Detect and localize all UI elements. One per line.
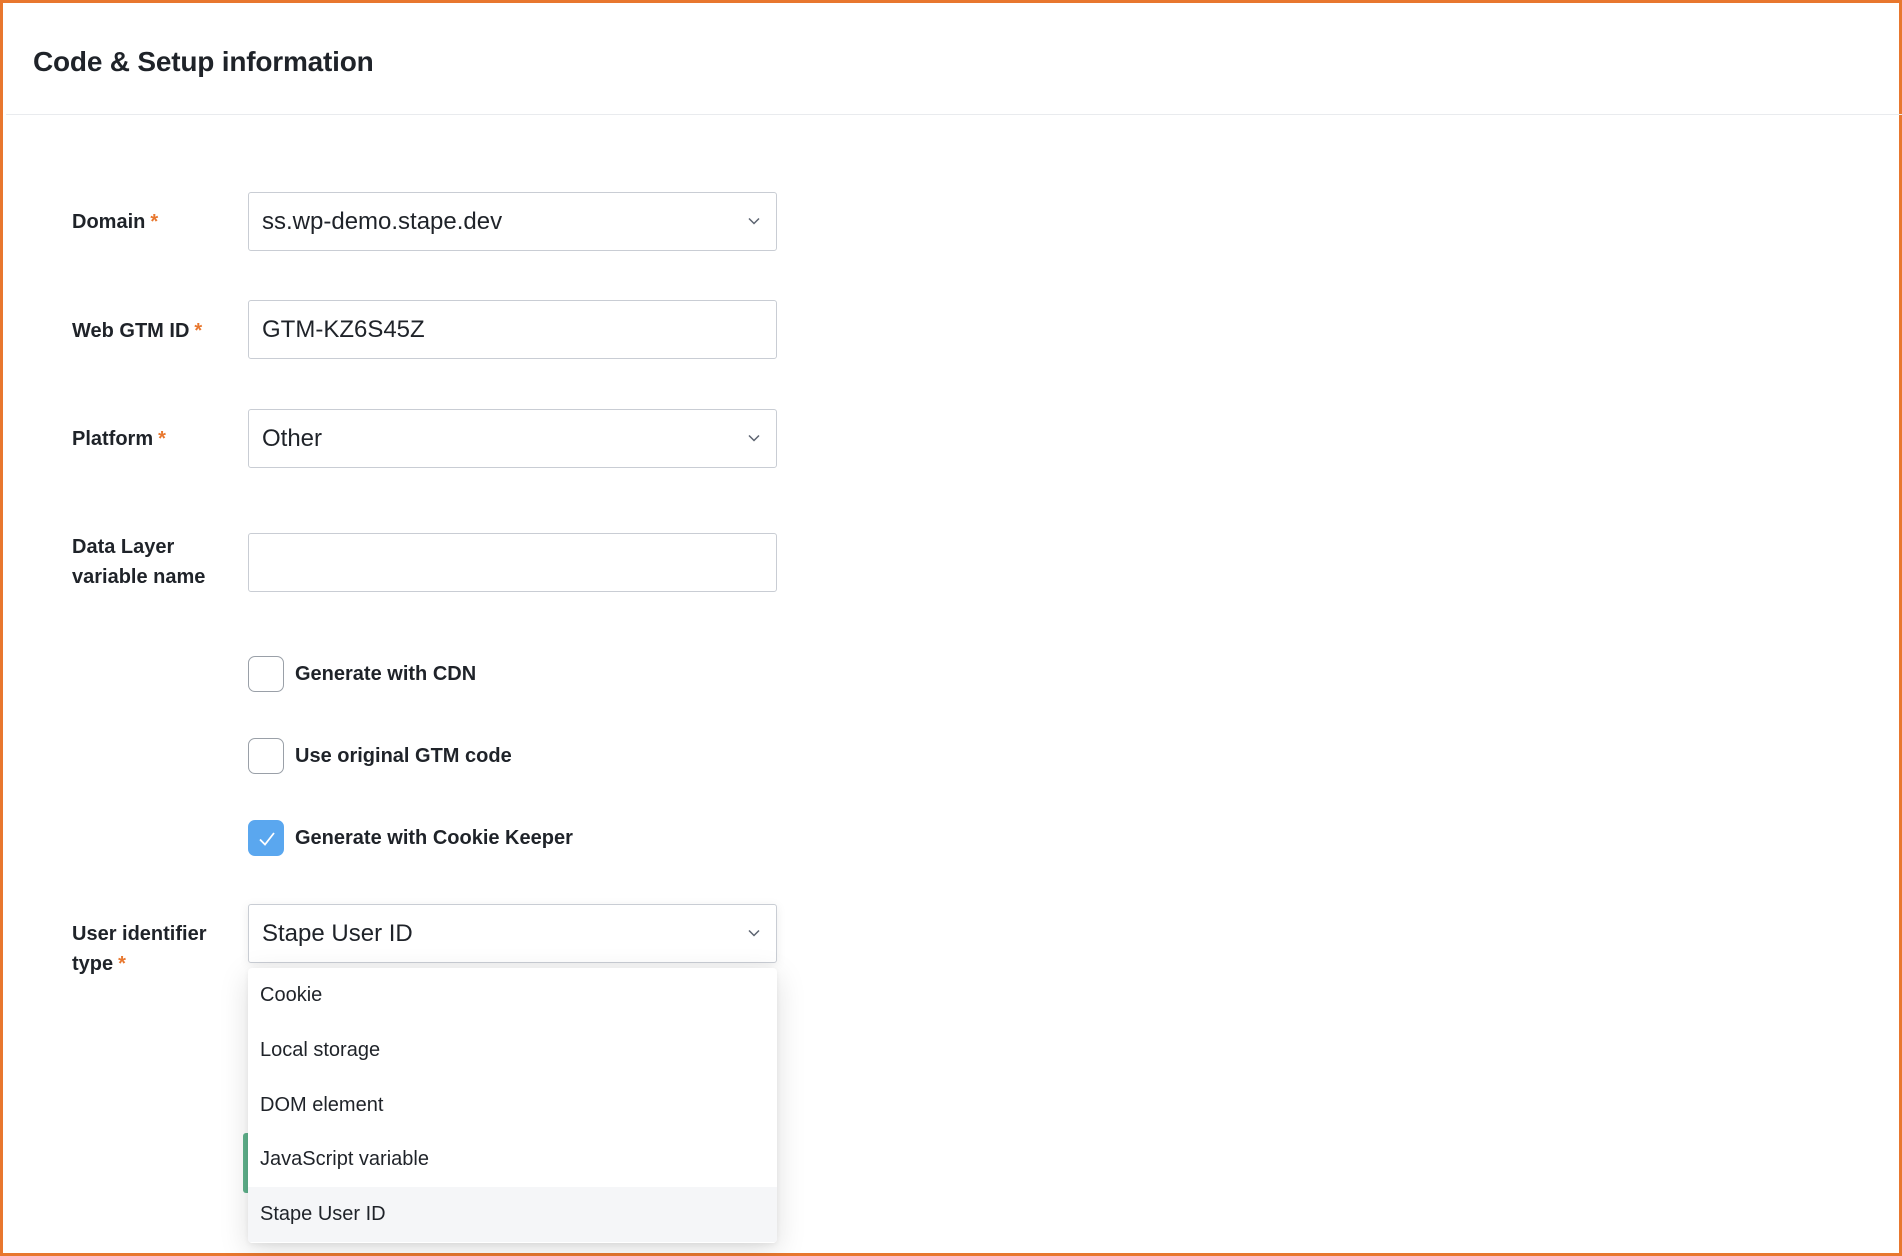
cookie-keeper-label[interactable]: Generate with Cookie Keeper (295, 820, 573, 856)
required-mark: * (150, 211, 159, 233)
user-identifier-select[interactable]: Stape User ID (248, 904, 777, 963)
use-original-gtm-label[interactable]: Use original GTM code (295, 738, 512, 774)
platform-select-value: Other (262, 425, 323, 452)
data-layer-label-line2: variable name (72, 566, 206, 588)
generate-cdn-checkbox[interactable] (248, 656, 284, 692)
dropdown-option-javascript-variable[interactable]: JavaScript variable (248, 1132, 777, 1187)
platform-select[interactable]: Other (248, 409, 777, 468)
required-mark: * (194, 320, 203, 342)
web-gtm-id-value: GTM-KZ6S45Z (262, 316, 425, 343)
data-layer-label: Data Layer variable name (72, 532, 205, 592)
chevron-down-icon (748, 217, 760, 227)
check-icon (259, 832, 275, 846)
domain-select[interactable]: ss.wp-demo.stape.dev (248, 192, 777, 251)
required-mark: * (158, 428, 166, 450)
domain-label: Domain * (72, 207, 158, 237)
dropdown-option-cookie[interactable]: Cookie (248, 968, 777, 1023)
user-identifier-label-line1: User identifier (72, 923, 207, 945)
user-identifier-label-line2: type * (72, 953, 126, 975)
panel-header: Code & Setup information (6, 6, 1902, 115)
dropdown-option-stape-user-id[interactable]: Stape User ID (248, 1187, 777, 1242)
user-identifier-label: User identifier type * (72, 919, 206, 979)
generate-cdn-label[interactable]: Generate with CDN (295, 656, 476, 692)
page-frame: Code & Setup information Domain * ss.wp-d… (0, 0, 1902, 1256)
platform-label: Platform * (72, 424, 166, 454)
cookie-keeper-checkbox[interactable] (248, 820, 284, 856)
data-layer-input[interactable] (248, 533, 777, 592)
dropdown-option-local-storage[interactable]: Local storage (248, 1023, 777, 1078)
required-mark: * (118, 953, 126, 975)
chevron-down-icon (748, 434, 760, 444)
web-gtm-id-input[interactable]: GTM-KZ6S45Z (248, 300, 777, 359)
domain-select-value: ss.wp-demo.stape.dev (262, 208, 503, 235)
user-identifier-select-value: Stape User ID (262, 920, 413, 947)
platform-label-text: Platform (72, 428, 154, 450)
use-original-gtm-checkbox[interactable] (248, 738, 284, 774)
chevron-down-icon (748, 929, 760, 939)
data-layer-label-line1: Data Layer (72, 536, 175, 558)
dropdown-option-dom-element[interactable]: DOM element (248, 1078, 777, 1133)
panel-title: Code & Setup information (33, 46, 374, 77)
domain-label-text: Domain (72, 211, 146, 233)
user-identifier-dropdown: Cookie Local storage DOM element JavaScr… (248, 968, 777, 1243)
web-gtm-id-label-text: Web GTM ID (72, 320, 190, 342)
web-gtm-id-label: Web GTM ID * (72, 316, 202, 346)
